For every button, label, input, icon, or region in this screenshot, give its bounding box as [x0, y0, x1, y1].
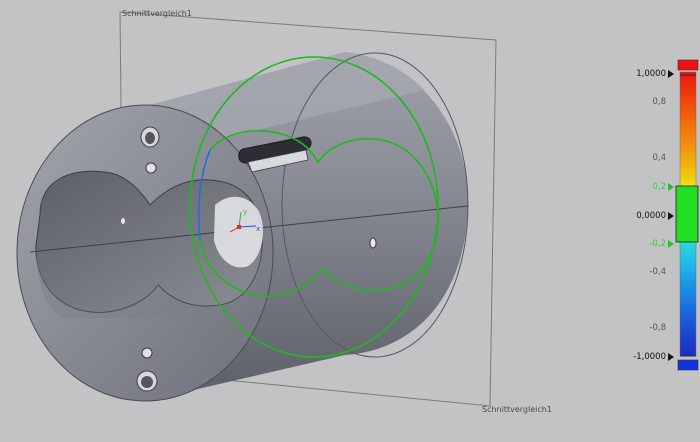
section-plane-label-top: Schnittvergleich1 [122, 9, 192, 18]
graphics-viewport[interactable]: y x Schnittvergleich1 Schnittvergleich1 … [0, 0, 700, 442]
legend-tick-label: -0,8 [649, 323, 666, 333]
legend-marker-icon[interactable] [668, 70, 674, 78]
legend-tick-label: -0,4 [649, 267, 666, 277]
legend-marker-icon[interactable] [668, 240, 674, 248]
legend-marker-icon[interactable] [668, 212, 674, 220]
svg-text:x: x [256, 225, 260, 233]
legend-tick-label: -1,0000 [633, 352, 666, 362]
legend-tick-label: 0,8 [652, 97, 666, 107]
legend-tick-label: 1,0000 [636, 69, 666, 79]
legend-marker-icon[interactable] [668, 353, 674, 361]
legend-ticks: 1,0000 0,8 0,4 0,2 0,0000 -0,2 -0,4 -0,8 -1,0000 [610, 54, 700, 374]
legend-tick-label: 0,0000 [636, 211, 666, 221]
model-canvas[interactable]: y x [0, 0, 700, 442]
section-plane-label-bottom: Schnittvergleich1 [482, 405, 552, 414]
legend-tick-label: 0,2 [652, 182, 666, 192]
legend-tick-label: 0,4 [652, 153, 666, 163]
legend-marker-icon[interactable] [668, 183, 674, 191]
svg-text:y: y [243, 208, 247, 216]
legend-tick-label: -0,2 [649, 239, 666, 249]
